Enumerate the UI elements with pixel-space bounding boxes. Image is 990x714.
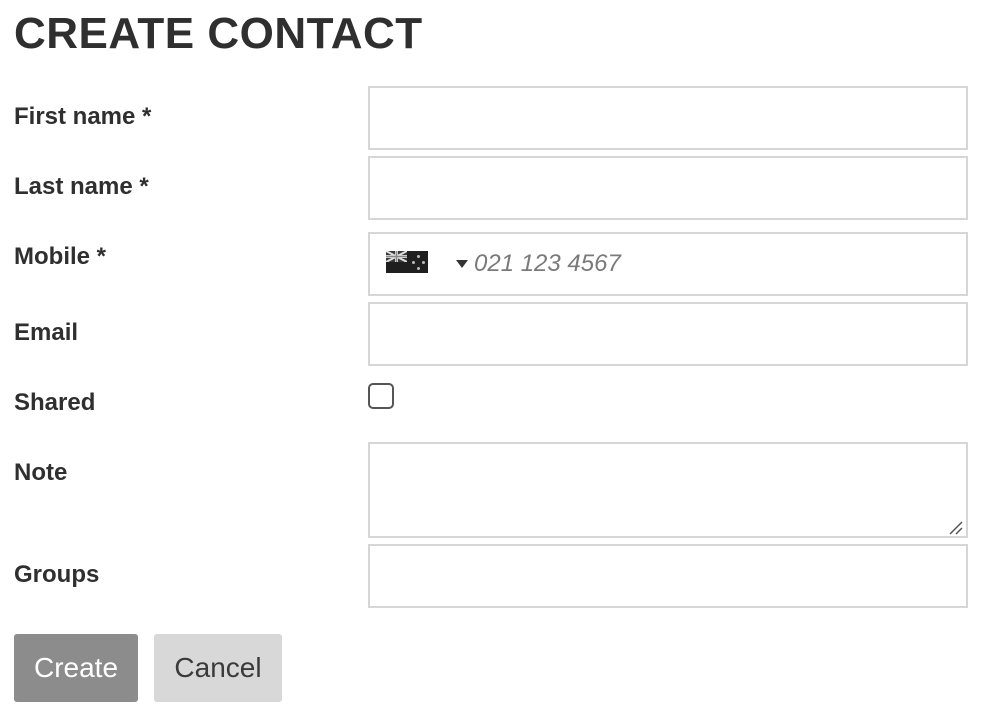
mobile-label: Mobile *: [14, 243, 107, 270]
email-label: Email: [14, 319, 79, 346]
groups-label: Groups: [14, 561, 100, 588]
note-textarea[interactable]: [368, 442, 968, 538]
email-input[interactable]: [368, 302, 968, 366]
mobile-input[interactable]: [474, 236, 954, 292]
mobile-field: [368, 232, 968, 296]
chevron-down-icon: [456, 260, 468, 268]
shared-checkbox[interactable]: [368, 383, 394, 409]
country-selector[interactable]: [370, 234, 470, 294]
note-label: Note: [14, 459, 68, 486]
union-jack-icon: [386, 251, 407, 262]
first-name-label: First name *: [14, 103, 152, 130]
shared-label: Shared: [14, 389, 96, 416]
last-name-input[interactable]: [368, 156, 968, 220]
groups-input[interactable]: [368, 544, 968, 608]
nz-flag-icon: [386, 251, 428, 273]
resize-handle-icon[interactable]: [946, 518, 964, 536]
page-title: CREATE CONTACT: [14, 9, 423, 58]
last-name-label: Last name *: [14, 173, 149, 200]
create-button[interactable]: Create: [14, 634, 138, 702]
first-name-input[interactable]: [368, 86, 968, 150]
cancel-button[interactable]: Cancel: [154, 634, 282, 702]
